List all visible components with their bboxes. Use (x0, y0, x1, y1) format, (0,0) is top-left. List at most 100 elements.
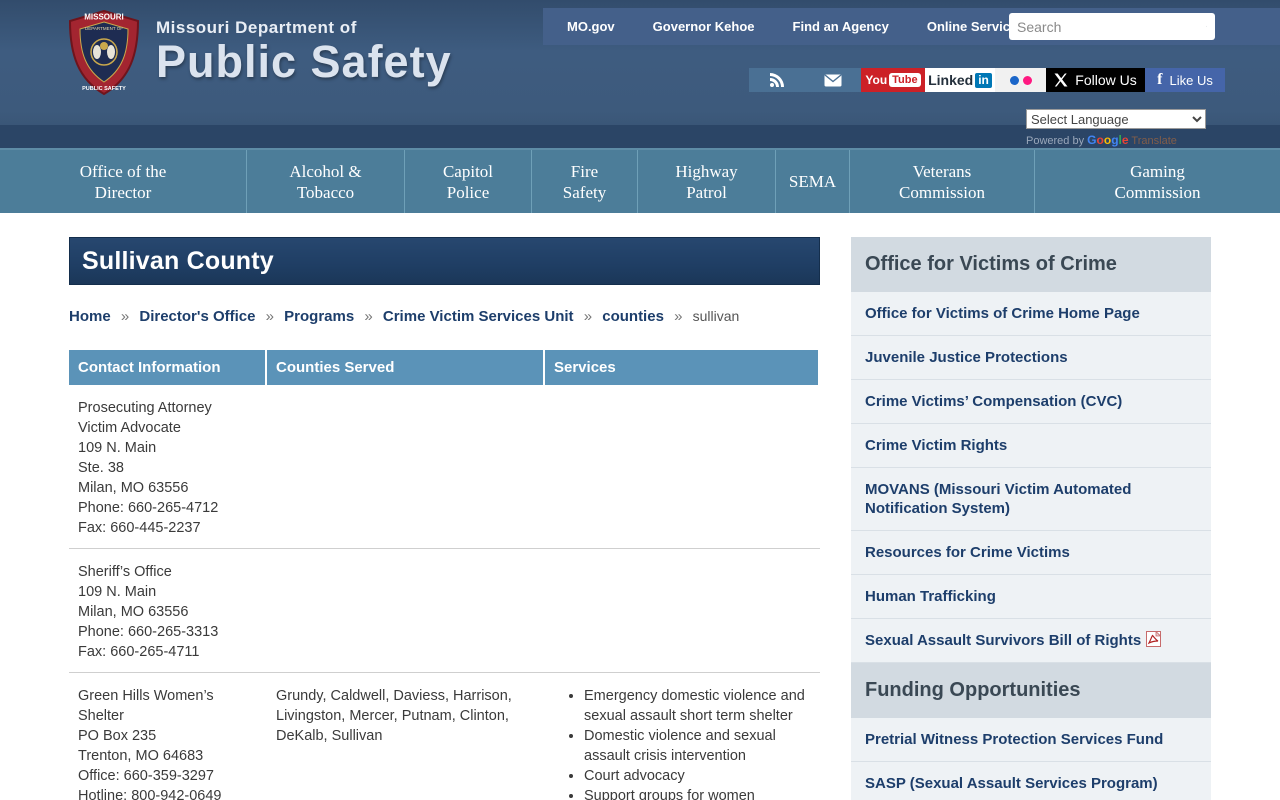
breadcrumb-directors-office[interactable]: Director's Office (139, 308, 255, 325)
nav-item-fire-safety[interactable]: Fire Safety (531, 150, 637, 213)
nav-item-gaming-commission[interactable]: Gaming Commission (1034, 150, 1280, 213)
contact-cell: Prosecuting Attorney Victim Advocate 109… (69, 385, 267, 548)
sidebar-section-title-funding-opportunities: Funding Opportunities (851, 663, 1211, 718)
table-row: Sheriff’s Office 109 N. Main Milan, MO 6… (69, 548, 820, 672)
services-cell (545, 549, 820, 672)
breadcrumb-programs[interactable]: Programs (284, 308, 354, 325)
svg-text:PUBLIC SAFETY: PUBLIC SAFETY (82, 86, 126, 92)
sidebar-link-resources-for-crime-victims[interactable]: Resources for Crime Victims (851, 531, 1211, 575)
col-header-contact-information: Contact Information (69, 350, 267, 385)
services-cell (545, 385, 820, 548)
service-item: Support groups for women (584, 786, 811, 800)
top-link-governor[interactable]: Governor Kehoe (653, 19, 755, 34)
sidebar-link-crime-victim-rights[interactable]: Crime Victim Rights (851, 424, 1211, 468)
breadcrumb-separator: » (266, 308, 274, 325)
top-link-find-agency[interactable]: Find an Agency (793, 19, 889, 34)
sidebar-link-crime-victims-compensation[interactable]: Crime Victims’ Compensation (CVC) (851, 380, 1211, 424)
powered-by-label: Powered by (1026, 135, 1084, 147)
search-input[interactable] (1009, 13, 1206, 40)
facebook-like-label: Like Us (1169, 73, 1212, 88)
linkedin-button[interactable]: Linked in (925, 68, 995, 92)
x-follow-button[interactable]: Follow Us (1046, 68, 1145, 92)
sidebar-section-title-victims-of-crime: Office for Victims of Crime (851, 237, 1211, 292)
services-table: Contact Information Counties Served Serv… (69, 350, 820, 800)
flickr-blue-dot-icon (1010, 76, 1019, 85)
x-icon (1054, 73, 1068, 87)
social-bar: You Tube Linked in Follow Us f Like Us (749, 68, 1225, 92)
translate-label: Translate (1131, 135, 1176, 147)
search-box (1009, 13, 1215, 40)
breadcrumb-crime-victim-services-unit[interactable]: Crime Victim Services Unit (383, 308, 574, 325)
nav-item-alcohol-tobacco[interactable]: Alcohol & Tobacco (246, 150, 404, 213)
services-cell: Emergency domestic violence and sexual a… (545, 673, 820, 800)
flickr-button[interactable] (995, 68, 1046, 92)
breadcrumb-home[interactable]: Home (69, 308, 111, 325)
search-icon[interactable] (1206, 18, 1207, 35)
page-title-banner: Sullivan County (69, 237, 820, 285)
google-translate-attribution: Powered by Google Translate (1026, 133, 1177, 147)
service-item: Court advocacy (584, 766, 811, 786)
counties-cell (267, 385, 545, 548)
flickr-pink-dot-icon (1023, 76, 1032, 85)
table-header-row: Contact Information Counties Served Serv… (69, 350, 820, 385)
logo-dept-line: Missouri Department of (156, 18, 452, 38)
svg-text:DEPARTMENT OF: DEPARTMENT OF (85, 26, 123, 31)
sidebar-link-movans[interactable]: MOVANS (Missouri Victim Automated Notifi… (851, 468, 1211, 531)
sidebar-link-ovc-home-page[interactable]: Office for Victims of Crime Home Page (851, 292, 1211, 336)
utility-nav: MO.gov Governor Kehoe Find an Agency Onl… (543, 8, 1280, 45)
x-follow-label: Follow Us (1075, 72, 1136, 88)
linkedin-word-label: Linked (928, 72, 973, 88)
nav-item-sema[interactable]: SEMA (775, 150, 849, 213)
agency-logo[interactable]: MISSOURI DEPARTMENT OF PUBLIC SAFETY Mis… (66, 10, 452, 96)
sidebar-link-label: Sexual Assault Survivors Bill of Rights (865, 632, 1141, 649)
logo-name-line: Public Safety (156, 38, 452, 86)
contact-cell: Green Hills Women’s Shelter PO Box 235 T… (69, 673, 267, 800)
facebook-like-button[interactable]: f Like Us (1145, 68, 1225, 92)
nav-item-veterans-commission[interactable]: Veterans Commission (849, 150, 1034, 213)
site-header: MISSOURI DEPARTMENT OF PUBLIC SAFETY Mis… (0, 0, 1280, 148)
top-link-mogov[interactable]: MO.gov (567, 19, 615, 34)
svg-text:MISSOURI: MISSOURI (84, 13, 124, 22)
nav-item-office-of-the-director[interactable]: Office of the Director (0, 150, 246, 213)
breadcrumb-separator: » (674, 308, 682, 325)
pdf-icon (1146, 631, 1161, 647)
services-list: Emergency domestic violence and sexual a… (554, 686, 811, 800)
breadcrumb-counties[interactable]: counties (602, 308, 664, 325)
breadcrumb-separator: » (584, 308, 592, 325)
breadcrumb-separator: » (121, 308, 129, 325)
nav-item-capitol-police[interactable]: Capitol Police (404, 150, 531, 213)
breadcrumb: Home » Director's Office » Programs » Cr… (69, 308, 820, 325)
youtube-button[interactable]: You Tube (861, 68, 925, 92)
email-button[interactable] (805, 68, 861, 92)
main-nav: Office of the Director Alcohol & Tobacco… (0, 148, 1280, 213)
col-header-services: Services (545, 350, 818, 385)
youtube-you-label: You (865, 73, 887, 87)
linkedin-in-label: in (975, 73, 992, 88)
language-select[interactable]: Select Language (1026, 109, 1206, 129)
sidebar: Office for Victims of Crime Office for V… (851, 237, 1211, 800)
google-logo: Google (1087, 133, 1128, 147)
main-content: Sullivan County Home » Director's Office… (69, 237, 820, 800)
dps-badge-icon: MISSOURI DEPARTMENT OF PUBLIC SAFETY (66, 10, 142, 96)
sidebar-link-sasp[interactable]: SASP (Sexual Assault Services Program) (851, 762, 1211, 800)
email-icon (824, 74, 842, 87)
breadcrumb-current: sullivan (693, 308, 740, 324)
youtube-tube-label: Tube (889, 73, 920, 87)
facebook-f-icon: f (1157, 71, 1162, 89)
rss-icon (769, 72, 785, 88)
table-row: Green Hills Women’s Shelter PO Box 235 T… (69, 672, 820, 800)
sidebar-link-pretrial-witness-protection-fund[interactable]: Pretrial Witness Protection Services Fun… (851, 718, 1211, 762)
rss-button[interactable] (749, 68, 805, 92)
col-header-counties-served: Counties Served (267, 350, 545, 385)
sidebar-link-juvenile-justice-protections[interactable]: Juvenile Justice Protections (851, 336, 1211, 380)
contact-cell: Sheriff’s Office 109 N. Main Milan, MO 6… (69, 549, 267, 672)
language-widget: Select Language (1026, 109, 1206, 129)
table-row: Prosecuting Attorney Victim Advocate 109… (69, 385, 820, 548)
service-item: Emergency domestic violence and sexual a… (584, 686, 811, 726)
nav-item-highway-patrol[interactable]: Highway Patrol (637, 150, 775, 213)
sidebar-link-human-trafficking[interactable]: Human Trafficking (851, 575, 1211, 619)
counties-cell: Grundy, Caldwell, Daviess, Harrison, Liv… (267, 673, 545, 800)
breadcrumb-separator: » (364, 308, 372, 325)
service-item: Domestic violence and sexual assault cri… (584, 726, 811, 766)
sidebar-link-sexual-assault-survivors-bill-of-rights[interactable]: Sexual Assault Survivors Bill of Rights (851, 619, 1211, 663)
